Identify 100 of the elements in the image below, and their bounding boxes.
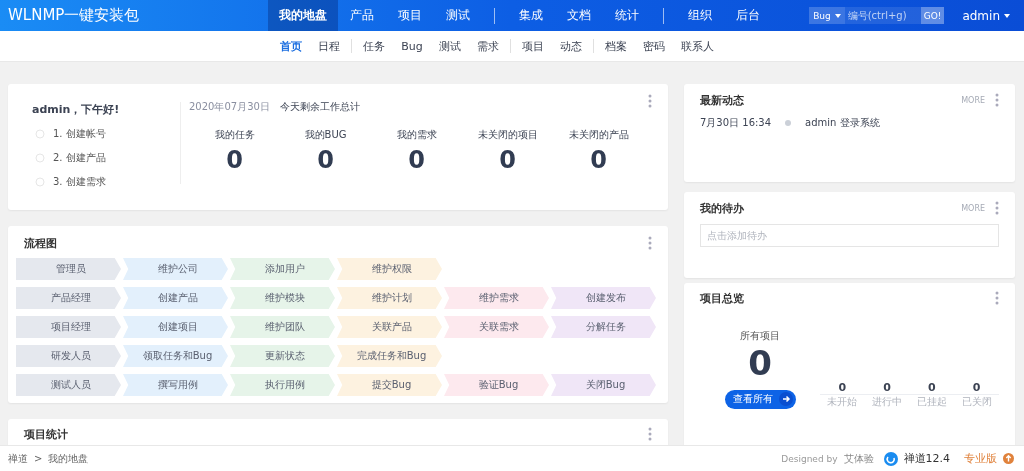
card-title: 项目统计 bbox=[24, 426, 68, 442]
flow-step[interactable]: 维护需求 bbox=[444, 287, 549, 309]
version-link[interactable]: 禅道12.4 bbox=[903, 451, 950, 466]
subnav-tab[interactable]: 任务 bbox=[355, 38, 394, 54]
role-step: 管理员 bbox=[16, 258, 121, 280]
nav-tab[interactable]: 后台 bbox=[724, 0, 772, 31]
flow-step[interactable]: 创建产品 bbox=[123, 287, 228, 309]
search-type-dropdown[interactable]: Bug bbox=[809, 7, 845, 24]
flow-step[interactable]: 创建项目 bbox=[123, 316, 228, 338]
status-label: 已挂起 bbox=[916, 394, 947, 409]
status-count: 0 bbox=[909, 380, 955, 395]
flow-step[interactable]: 维护公司 bbox=[123, 258, 228, 280]
logo-icon bbox=[883, 451, 898, 466]
view-all-button[interactable]: 查看所有 bbox=[724, 389, 796, 409]
date-label: 2020年07月30日 bbox=[189, 100, 270, 114]
flow-step[interactable]: 创建发布 bbox=[551, 287, 656, 309]
flow-step[interactable]: 添加用户 bbox=[230, 258, 335, 280]
stat-value: 0 bbox=[226, 146, 243, 174]
caret-icon bbox=[1004, 13, 1010, 18]
stat-label: 未关闭的项目 bbox=[477, 128, 538, 142]
arrow-right-icon bbox=[778, 392, 793, 407]
stat-value: 0 bbox=[317, 146, 334, 174]
breadcrumb-separator: > bbox=[34, 453, 43, 464]
upgrade-icon[interactable] bbox=[1003, 453, 1014, 464]
nav-tab[interactable]: 测试 bbox=[434, 0, 482, 31]
flow-step[interactable]: 完成任务和Bug bbox=[337, 345, 442, 367]
subnav-tab[interactable]: 密码 bbox=[634, 38, 673, 54]
stat-label: 我的需求 bbox=[396, 128, 437, 142]
flow-step[interactable]: 提交Bug bbox=[337, 374, 442, 396]
nav-tab[interactable]: 文档 bbox=[555, 0, 603, 31]
designer-link[interactable]: 艾体验 bbox=[843, 451, 874, 466]
activity-time: 7月30日 16:34 bbox=[700, 116, 772, 130]
subnav-tab[interactable]: 动态 bbox=[551, 38, 590, 54]
nav-tab[interactable]: 集成 bbox=[507, 0, 555, 31]
summary-label: 今天剩余工作总计 bbox=[279, 100, 360, 114]
go-button[interactable]: GO! bbox=[920, 7, 945, 24]
step-circle-icon bbox=[35, 153, 45, 163]
step-circle-icon bbox=[35, 129, 45, 139]
stat-label: 我的BUG bbox=[304, 128, 347, 142]
all-projects-label: 所有项目 bbox=[740, 329, 780, 343]
flow-step[interactable]: 维护模块 bbox=[230, 287, 335, 309]
flow-step[interactable]: 关闭Bug bbox=[551, 374, 656, 396]
role-step: 研发人员 bbox=[16, 345, 121, 367]
user-menu[interactable]: admin bbox=[956, 7, 1016, 24]
breadcrumb-item: 我的地盘 bbox=[48, 451, 89, 466]
stat-value: 0 bbox=[499, 146, 516, 174]
nav-tab[interactable]: 我的地盘 bbox=[268, 0, 338, 31]
flow-step[interactable]: 更新状态 bbox=[230, 345, 335, 367]
flow-step[interactable]: 验证Bug bbox=[444, 374, 549, 396]
all-projects-count: 0 bbox=[748, 343, 772, 384]
stat-label: 未关闭的产品 bbox=[568, 128, 629, 142]
flow-step[interactable]: 领取任务和Bug bbox=[123, 345, 228, 367]
step-link[interactable]: 3. 创建需求 bbox=[53, 175, 106, 189]
subnav-tab[interactable]: 测试 bbox=[430, 38, 469, 54]
subnav-tab[interactable]: 需求 bbox=[468, 38, 507, 54]
activity-text[interactable]: admin 登录系统 bbox=[805, 116, 880, 130]
flow-step[interactable]: 维护团队 bbox=[230, 316, 335, 338]
status-count: 0 bbox=[864, 380, 910, 395]
step-link[interactable]: 1. 创建帐号 bbox=[53, 127, 106, 141]
card-title: 流程图 bbox=[24, 235, 57, 251]
nav-tab[interactable]: 产品 bbox=[338, 0, 386, 31]
subnav-tab[interactable]: 首页 bbox=[272, 38, 311, 54]
role-step: 产品经理 bbox=[16, 287, 121, 309]
nav-tab[interactable]: 组织 bbox=[676, 0, 724, 31]
stat-value: 0 bbox=[408, 146, 425, 174]
status-label: 已关闭 bbox=[961, 394, 992, 409]
subnav-tab[interactable]: Bug bbox=[393, 39, 431, 53]
nav-tab[interactable]: 项目 bbox=[386, 0, 434, 31]
subnav-tab[interactable]: 联系人 bbox=[672, 38, 722, 54]
flow-step[interactable]: 撰写用例 bbox=[123, 374, 228, 396]
step-circle-icon bbox=[35, 177, 45, 187]
more-icon[interactable] bbox=[995, 291, 999, 305]
flow-step[interactable]: 关联需求 bbox=[444, 316, 549, 338]
subnav-tab[interactable]: 日程 bbox=[310, 38, 349, 54]
status-label: 进行中 bbox=[872, 394, 903, 409]
stat-value: 0 bbox=[590, 146, 607, 174]
subnav-tab[interactable]: 档案 bbox=[596, 38, 635, 54]
caret-icon bbox=[834, 13, 841, 18]
step-link[interactable]: 2. 创建产品 bbox=[53, 151, 106, 165]
flow-step[interactable]: 维护权限 bbox=[337, 258, 442, 280]
subnav-tab[interactable]: 项目 bbox=[513, 38, 552, 54]
nav-tab[interactable]: 统计 bbox=[603, 0, 651, 31]
flow-step[interactable]: 维护计划 bbox=[337, 287, 442, 309]
stat-label: 我的任务 bbox=[214, 128, 255, 142]
more-icon[interactable] bbox=[648, 427, 652, 441]
todo-input[interactable]: 点击添加待办 bbox=[700, 224, 999, 247]
more-icon[interactable] bbox=[995, 201, 999, 215]
more-icon[interactable] bbox=[995, 93, 999, 107]
designed-by-text: Designed by bbox=[781, 453, 838, 464]
flow-step[interactable]: 分解任务 bbox=[551, 316, 656, 338]
flow-step[interactable]: 执行用例 bbox=[230, 374, 335, 396]
greeting: admin，下午好! bbox=[32, 102, 121, 117]
status-label: 未开始 bbox=[827, 394, 858, 409]
card-title: 我的待办 bbox=[700, 200, 744, 216]
bullet-icon bbox=[785, 120, 792, 126]
flow-step[interactable]: 关联产品 bbox=[337, 316, 442, 338]
breadcrumb-link[interactable]: 禅道 bbox=[8, 451, 28, 466]
more-icon[interactable] bbox=[648, 94, 652, 108]
app-title: WLNMP一键安装包 bbox=[7, 6, 141, 25]
more-icon[interactable] bbox=[648, 236, 652, 250]
